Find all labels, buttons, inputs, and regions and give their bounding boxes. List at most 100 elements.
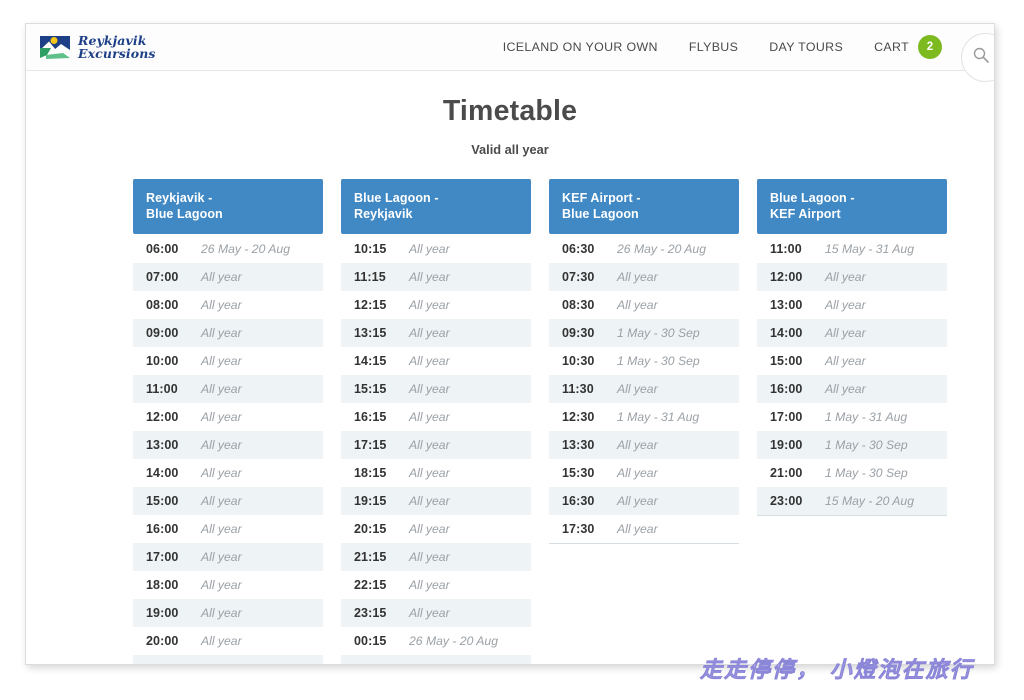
timetable-row[interactable]: 12:15 All year <box>341 291 531 319</box>
timetable-row[interactable]: 00:15 26 May - 20 Aug <box>341 627 531 655</box>
page-root: Reykjavik Excursions ICELAND ON YOUR OWN… <box>0 0 1024 700</box>
timetable-row[interactable]: 15:00 All year <box>133 487 323 515</box>
timetable-row[interactable]: 19:00 All year <box>133 599 323 627</box>
timetable-row[interactable]: 07:00 All year <box>133 263 323 291</box>
timetable-row[interactable]: 20:00 All year <box>133 627 323 655</box>
timetable-row[interactable]: 22:15 All year <box>341 571 531 599</box>
timetable-row[interactable]: 11:00 15 May - 31 Aug <box>757 235 947 263</box>
validity-note: 1 May - 30 Sep <box>617 354 700 368</box>
departure-time: 21:00 <box>770 466 803 480</box>
validity-note: 15 May - 31 Aug <box>825 242 914 256</box>
timetable-row[interactable]: 19:00 1 May - 30 Sep <box>757 431 947 459</box>
timetable-row[interactable]: 10:15 All year <box>341 235 531 263</box>
timetable-row[interactable]: 12:00 All year <box>133 403 323 431</box>
departure-time: 13:30 <box>562 438 595 452</box>
site-logo[interactable]: Reykjavik Excursions <box>39 33 156 61</box>
validity-note: 1 May - 31 Aug <box>617 410 700 424</box>
departure-time: 19:00 <box>146 606 179 620</box>
timetable-row[interactable]: 08:30 All year <box>549 291 739 319</box>
timetable-row[interactable]: 20:15 All year <box>341 515 531 543</box>
timetable-row[interactable]: 10:00 All year <box>133 347 323 375</box>
timetable-row[interactable]: 13:30 All year <box>549 431 739 459</box>
nav-item-cart[interactable]: CART 2 <box>874 35 942 59</box>
validity-note: All year <box>409 326 450 340</box>
column-title-line-2: Blue Lagoon <box>562 206 639 221</box>
timetable-row[interactable]: 16:30 All year <box>549 487 739 515</box>
timetable-row[interactable]: 12:30 1 May - 31 Aug <box>549 403 739 431</box>
timetable-row[interactable]: 09:00 All year <box>133 319 323 347</box>
timetable-row[interactable]: 16:15 All year <box>341 403 531 431</box>
validity-note: 30 Jun - 20 Aug <box>409 662 495 664</box>
timetable-row[interactable]: 13:15 All year <box>341 319 531 347</box>
timetable-row[interactable]: 06:00 26 May - 20 Aug <box>133 235 323 263</box>
timetable-row[interactable]: 18:15 All year <box>341 459 531 487</box>
timetable-row[interactable]: 11:30 All year <box>549 375 739 403</box>
timetable-row[interactable]: 09:30 1 May - 30 Sep <box>549 319 739 347</box>
timetable-row[interactable]: 11:00 All year <box>133 375 323 403</box>
timetable-column-body: 06:30 26 May - 20 Aug 07:30 All year 08:30 Al… <box>549 235 739 544</box>
departure-time: 08:30 <box>562 298 595 312</box>
timetable-row[interactable]: 17:15 All year <box>341 431 531 459</box>
timetable-row[interactable]: 17:00 All year <box>133 543 323 571</box>
timetable-row[interactable]: 16:00 All year <box>757 375 947 403</box>
departure-time: 10:15 <box>354 242 387 256</box>
timetable-row[interactable]: 07:30 All year <box>549 263 739 291</box>
timetable-row[interactable]: 13:00 All year <box>133 431 323 459</box>
page-subtitle: Valid all year <box>471 142 549 157</box>
timetable-row[interactable]: 21:15 All year <box>341 543 531 571</box>
departure-time: 09:30 <box>562 326 595 340</box>
validity-note: 26 May - 20 Aug <box>201 242 290 256</box>
validity-note: All year <box>201 494 242 508</box>
nav-item-iceland-on-your-own[interactable]: ICELAND ON YOUR OWN <box>503 40 658 54</box>
validity-note: All year <box>409 410 450 424</box>
site-header: Reykjavik Excursions ICELAND ON YOUR OWN… <box>26 24 994 82</box>
timetable-row[interactable]: 14:00 All year <box>757 319 947 347</box>
validity-note: 1 May - 30 Sep <box>825 466 908 480</box>
timetable-row[interactable]: 21:00 26 May - 20 Aug <box>133 655 323 664</box>
timetable-row[interactable]: 10:30 1 May - 30 Sep <box>549 347 739 375</box>
validity-note: 26 May - 20 Aug <box>201 662 290 664</box>
departure-time: 15:15 <box>354 382 387 396</box>
column-title-line-1: Blue Lagoon - <box>770 191 855 205</box>
validity-note: All year <box>201 410 242 424</box>
timetable-row[interactable]: 17:00 1 May - 31 Aug <box>757 403 947 431</box>
departure-time: 12:00 <box>146 410 179 424</box>
departure-time: 11:15 <box>354 270 386 284</box>
timetable-row[interactable]: 15:00 All year <box>757 347 947 375</box>
validity-note: All year <box>409 354 450 368</box>
validity-note: All year <box>617 466 658 480</box>
validity-note: All year <box>617 382 658 396</box>
timetable-row[interactable]: 15:30 All year <box>549 459 739 487</box>
timetable-row[interactable]: 06:30 26 May - 20 Aug <box>549 235 739 263</box>
timetable-row[interactable]: 12:00 All year <box>757 263 947 291</box>
column-title-line-2: Reykjavik <box>354 206 413 221</box>
timetable-row[interactable]: 18:00 All year <box>133 571 323 599</box>
timetable-row[interactable]: 23:15 All year <box>341 599 531 627</box>
departure-time: 19:00 <box>770 438 803 452</box>
timetable-row[interactable]: 16:00 All year <box>133 515 323 543</box>
timetable-row[interactable]: 14:15 All year <box>341 347 531 375</box>
timetable-row[interactable]: 11:15 All year <box>341 263 531 291</box>
timetable-row[interactable]: 17:30 All year <box>549 515 739 543</box>
timetable-row[interactable]: 08:00 All year <box>133 291 323 319</box>
timetable-row[interactable]: 15:15 All year <box>341 375 531 403</box>
departure-time: 10:00 <box>146 354 179 368</box>
validity-note: 1 May - 30 Sep <box>825 438 908 452</box>
nav-item-flybus[interactable]: FLYBUS <box>689 40 738 54</box>
validity-note: All year <box>409 522 450 536</box>
nav-item-day-tours[interactable]: DAY TOURS <box>769 40 843 54</box>
cart-label: CART <box>874 40 909 54</box>
timetable-row[interactable]: 19:15 All year <box>341 487 531 515</box>
timetable-row[interactable]: 21:00 1 May - 30 Sep <box>757 459 947 487</box>
departure-time: 16:30 <box>562 494 595 508</box>
timetable-row[interactable]: 23:00 15 May - 20 Aug <box>757 487 947 515</box>
timetable-row[interactable]: 14:00 All year <box>133 459 323 487</box>
departure-time: 10:30 <box>562 354 595 368</box>
column-title-line-2: KEF Airport <box>770 206 841 221</box>
departure-time: 15:30 <box>562 466 595 480</box>
timetable-row[interactable]: 13:00 All year <box>757 291 947 319</box>
departure-time: 06:00 <box>146 242 179 256</box>
timetable-row[interactable]: 01:15 30 Jun - 20 Aug <box>341 655 531 664</box>
validity-note: All year <box>201 466 242 480</box>
departure-time: 16:00 <box>770 382 803 396</box>
